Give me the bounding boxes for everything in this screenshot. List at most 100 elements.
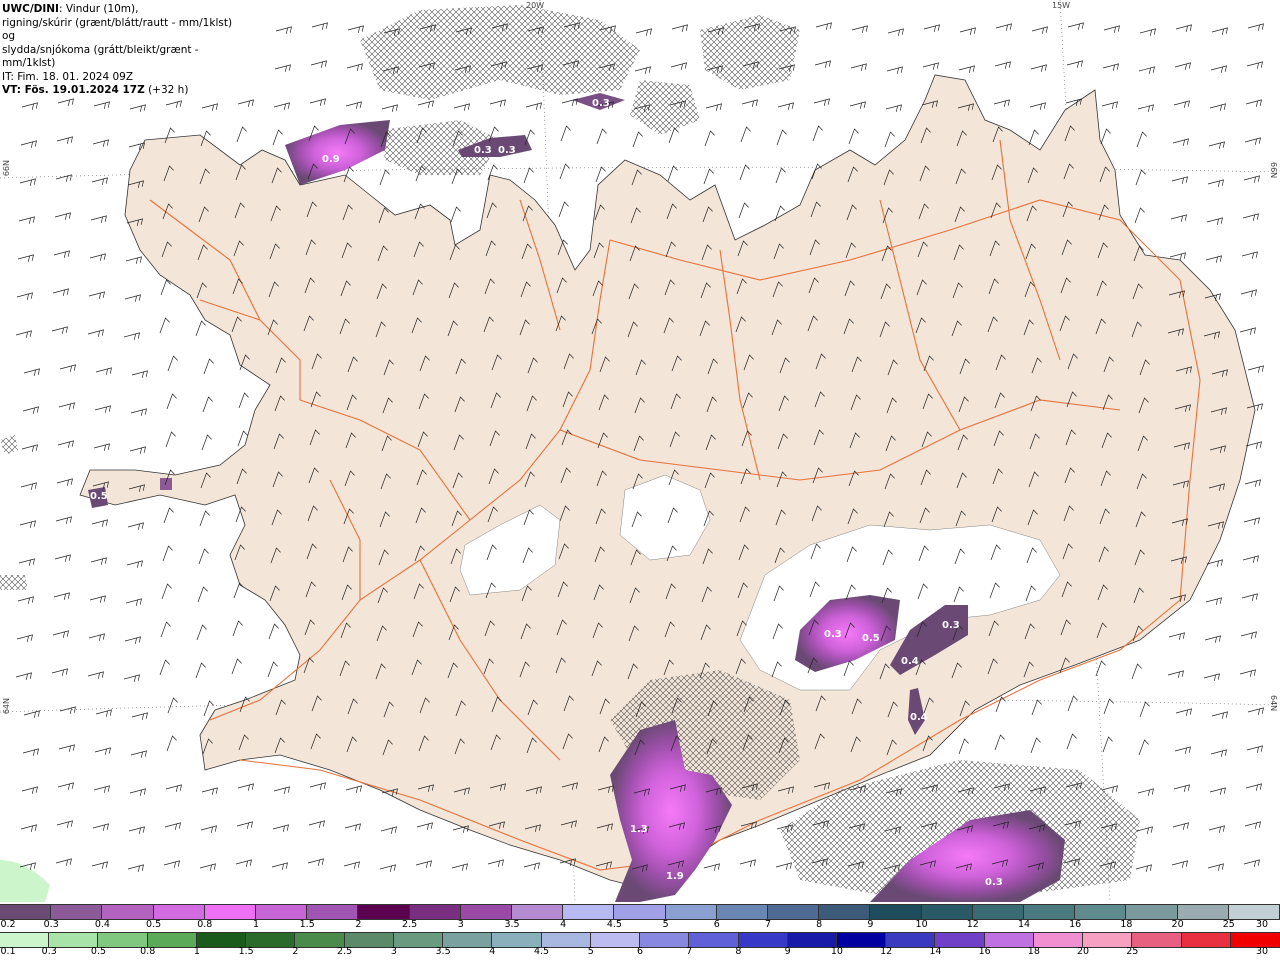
- legend-label: 4.5: [533, 946, 550, 957]
- legend-label: 16: [1069, 919, 1082, 930]
- legend-label: 3: [457, 919, 464, 930]
- legend-label: 16: [978, 946, 991, 957]
- legend-swatch: [0, 905, 52, 919]
- legend-label: 3.5: [435, 946, 451, 957]
- legend-swatch: [819, 905, 871, 919]
- legend-label: 1.5: [299, 919, 315, 930]
- legend-label: 5: [662, 919, 669, 930]
- legend-swatch: [1181, 933, 1231, 947]
- precip-label: 0.3: [942, 620, 960, 631]
- legend-label: 2: [355, 919, 362, 930]
- legend-label: 20: [1077, 946, 1090, 957]
- precip-label: 0.5: [862, 633, 880, 644]
- precip-label: 0.4: [901, 656, 919, 667]
- precip-label: 0.3: [592, 98, 610, 109]
- legend-label: 20: [1171, 919, 1184, 930]
- legend-label: 0.4: [94, 919, 110, 930]
- title-line-3: slydda/snjókoma (grátt/bleikt/grænt - mm…: [2, 43, 199, 70]
- legend-label: 14: [1017, 919, 1031, 930]
- legend-label: 7: [764, 919, 772, 930]
- legend-swatch: [295, 933, 345, 947]
- legend-label: 30: [1255, 946, 1269, 957]
- legend-swatch: [49, 933, 99, 947]
- legend-label: 3: [390, 946, 397, 957]
- legend-swatch: [409, 905, 461, 919]
- legend-swatch: [102, 905, 154, 919]
- legend-swatch: [1177, 905, 1229, 919]
- legend-label: 4: [560, 919, 567, 930]
- legend-label: 0.3: [43, 919, 59, 930]
- legend-swatch: [1228, 905, 1280, 919]
- legend-swatch: [665, 905, 717, 919]
- legend-swatch: [153, 905, 205, 919]
- legend-label: 2.5: [402, 919, 418, 930]
- legend-swatch: [344, 933, 394, 947]
- lat-label-66n-left: 66N: [2, 160, 11, 177]
- legend-label: 3.5: [504, 919, 520, 930]
- legend-swatch: [689, 933, 739, 947]
- legend-label: 7: [686, 946, 693, 957]
- legend-swatch: [443, 933, 493, 947]
- legend-label: 25: [1222, 919, 1235, 930]
- legend-label: 2: [292, 946, 299, 957]
- legend-label: 9: [867, 919, 874, 930]
- legend-swatch: [935, 933, 985, 947]
- legend-swatch: [1126, 905, 1178, 919]
- precip-label: 0.9: [322, 154, 340, 165]
- legend-swatch: [1024, 905, 1076, 919]
- precip-label: 0.5: [90, 491, 108, 502]
- legend-label: 18: [1027, 946, 1040, 957]
- legend-swatch: [563, 905, 615, 919]
- lat-label-64n-right: 64N: [1269, 695, 1278, 712]
- legend-swatch: [972, 905, 1025, 919]
- legend-swatch: [590, 933, 641, 947]
- legend-swatch: [886, 933, 936, 947]
- legend-swatch: [614, 905, 666, 919]
- legend-swatch: [460, 905, 513, 919]
- legend-swatch: [256, 905, 308, 919]
- legend-label: 30: [1255, 919, 1269, 930]
- title-line-1: : Vindur (10m),: [58, 3, 139, 15]
- precip-label: 0.3: [474, 145, 492, 156]
- legend-label: 2.5: [337, 946, 353, 957]
- legend-swatch: [738, 933, 788, 947]
- legend-label: 10: [830, 946, 843, 957]
- precip-label: 0.3: [985, 877, 1003, 888]
- legend-swatch: [196, 933, 247, 947]
- lon-label-20w: 20W: [526, 1, 545, 10]
- legend-label: 0.8: [140, 946, 156, 957]
- lon-label-15w: 15W: [1052, 1, 1071, 10]
- legend-label: 1: [252, 919, 260, 930]
- legend-label: 8: [816, 919, 823, 930]
- legend-swatch: [307, 905, 359, 919]
- precip-label: 0.3: [824, 629, 842, 640]
- legend-label: 0.3: [41, 946, 57, 957]
- legend-label: 0.2: [0, 919, 16, 930]
- legend-swatch: [1132, 933, 1182, 947]
- legend-swatch: [204, 905, 257, 919]
- precip-label: 1.3: [630, 824, 648, 835]
- legend-swatch: [147, 933, 197, 947]
- legend-swatch: [98, 933, 148, 947]
- legend-swatch: [512, 905, 564, 919]
- legend-swatch: [1033, 933, 1084, 947]
- legend-label: 12: [966, 919, 979, 930]
- init-time: IT: Fim. 18. 01. 2024 09Z: [2, 70, 134, 83]
- forecast-offset: (+32 h): [144, 84, 189, 96]
- weather-map: 0.3 0.9 0.3 0.3 0.3 0.5 0.3 0.4 0.4 1.3 …: [0, 0, 1280, 902]
- legend-swatch: [640, 933, 690, 947]
- legend-swatch: [768, 905, 820, 919]
- legend-label: 0.5: [90, 946, 107, 957]
- legend-swatch: [0, 933, 50, 947]
- legend-label: 0.5: [146, 919, 162, 930]
- precip-label: 0.3: [498, 145, 516, 156]
- legend-label: 9: [784, 946, 791, 957]
- legend-label: 18: [1120, 919, 1133, 930]
- valid-time: VT: Fös. 19.01.2024 17Z: [2, 84, 145, 96]
- legend-label: 4.5: [606, 919, 622, 930]
- model-name: UWC/DINI: [2, 3, 59, 15]
- legend-swatch: [836, 933, 887, 947]
- legend-swatch: [716, 905, 769, 919]
- map-title-box: UWC/DINI: Vindur (10m), rigning/skúrir (…: [0, 0, 238, 96]
- precip-label: 1.9: [666, 871, 684, 882]
